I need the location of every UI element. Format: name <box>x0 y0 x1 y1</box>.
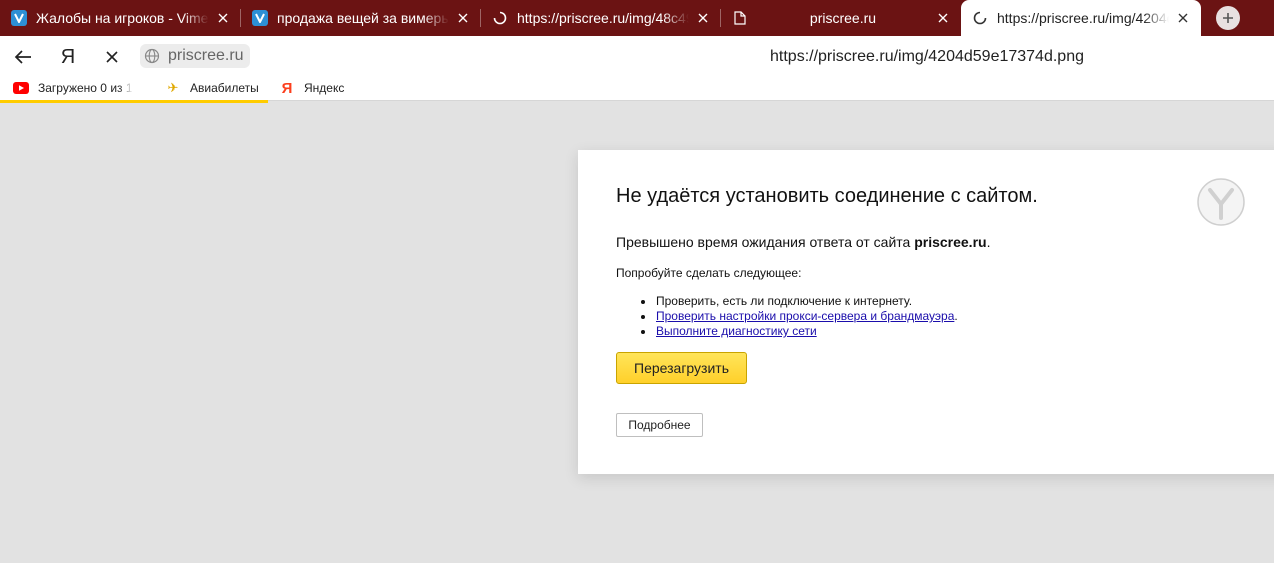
tab-priscree-img-active[interactable]: https://priscree.ru/img/4204d <box>961 0 1201 36</box>
loading-spinner-icon <box>491 10 508 27</box>
tab-title: priscree.ru <box>809 10 877 26</box>
check-proxy-link[interactable]: Проверить настройки прокси-сервера и бра… <box>656 309 954 323</box>
site-domain: priscree.ru <box>168 47 244 64</box>
tab-vimeworld-sale[interactable]: продажа вещей за вимеры <box>241 0 481 36</box>
tab-strip: Жалобы на игроков - VimeWorld продажа ве… <box>0 0 1274 36</box>
tab-priscree[interactable]: priscree.ru <box>721 0 961 36</box>
tab-vimeworld-complaints[interactable]: Жалобы на игроков - VimeWorld <box>0 0 241 36</box>
vimeworld-icon <box>251 10 268 27</box>
bookmark-label: Авиабилеты <box>190 81 259 95</box>
back-arrow-icon <box>14 50 31 64</box>
bookmarks-bar: Загружено 0 из 1 ✈ Авиабилеты Я Яндекс <box>0 77 1274 101</box>
tab-title: https://priscree.ru/img/4204d <box>997 10 1169 26</box>
error-title: Не удаётся установить соединение с сайто… <box>616 185 1038 207</box>
new-tab-button[interactable] <box>1216 6 1240 30</box>
navigation-bar: Я priscree.ru https://priscree.ru/img/42… <box>0 36 1274 77</box>
loading-progress-bar <box>0 100 268 103</box>
close-icon[interactable] <box>215 10 231 26</box>
youtube-icon <box>13 80 29 96</box>
bookmark-downloads[interactable]: Загружено 0 из 1 <box>13 77 133 99</box>
bookmark-yandex[interactable]: Я Яндекс <box>279 77 345 99</box>
close-icon[interactable] <box>935 10 951 26</box>
tab-title: https://priscree.ru/img/48c49 <box>517 10 689 26</box>
airplane-icon: ✈ <box>167 80 179 95</box>
loading-spinner-icon <box>971 10 988 27</box>
bookmark-label: Загружено 0 из 1 <box>38 81 133 95</box>
close-icon <box>106 51 118 63</box>
address-input[interactable]: https://priscree.ru/img/4204d59e17374d.p… <box>770 48 1084 66</box>
yandex-browser-logo-icon <box>1197 178 1245 226</box>
close-icon[interactable] <box>455 10 471 26</box>
yandex-home-button[interactable]: Я <box>55 44 81 70</box>
vimeworld-icon <box>10 10 27 27</box>
try-label: Попробуйте сделать следующее: <box>616 266 802 280</box>
error-site: priscree.ru <box>914 234 987 250</box>
suggestion-network-diagnostics: Выполните диагностику сети <box>616 324 958 339</box>
tab-title: продажа вещей за вимеры <box>277 10 449 26</box>
bookmark-aviatickets[interactable]: ✈ Авиабилеты <box>165 77 259 99</box>
site-info-chip[interactable]: priscree.ru <box>140 44 250 68</box>
yandex-glyph: Я <box>60 45 76 68</box>
stop-loading-button[interactable] <box>99 44 125 70</box>
suggestion-check-proxy: Проверить настройки прокси-сервера и бра… <box>616 309 958 324</box>
plus-icon <box>1223 13 1233 23</box>
suggestion-check-connection: Проверить, есть ли подключение к интерне… <box>616 294 958 309</box>
close-icon[interactable] <box>1175 10 1191 26</box>
document-icon <box>731 10 748 27</box>
yandex-icon: Я <box>281 79 293 97</box>
details-button[interactable]: Подробнее <box>616 413 703 437</box>
network-diagnostics-link[interactable]: Выполните диагностику сети <box>656 324 817 338</box>
error-message: Превышено время ожидания ответа от сайта… <box>616 234 991 250</box>
bookmark-label: Яндекс <box>304 81 345 95</box>
tab-title: Жалобы на игроков - VimeWorld <box>36 10 209 26</box>
back-button[interactable] <box>10 44 36 70</box>
reload-button[interactable]: Перезагрузить <box>616 352 747 384</box>
globe-icon <box>144 48 160 64</box>
suggestions-list: Проверить, есть ли подключение к интерне… <box>616 294 958 339</box>
tab-priscree-img-1[interactable]: https://priscree.ru/img/48c49 <box>481 0 721 36</box>
close-icon[interactable] <box>695 10 711 26</box>
connection-error-card: Не удаётся установить соединение с сайто… <box>578 150 1274 474</box>
